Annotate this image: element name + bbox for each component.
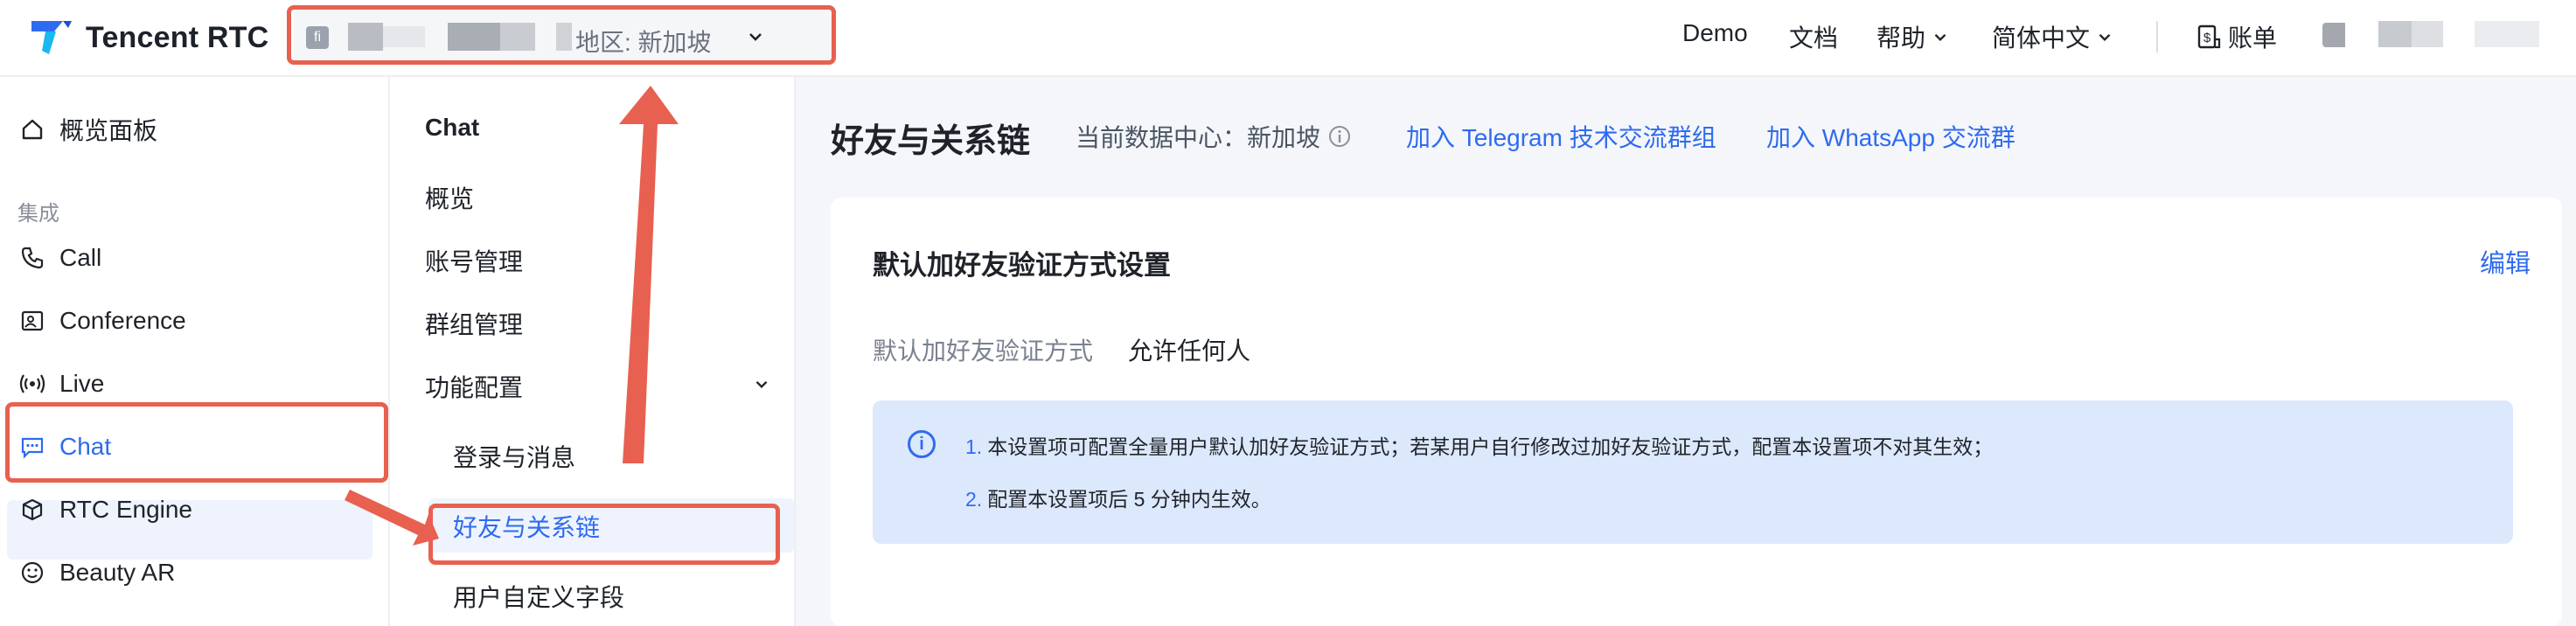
redacted-user-avatar[interactable] (2322, 23, 2345, 47)
live-broadcast-icon (17, 369, 47, 399)
app-avatar: fi (306, 26, 329, 49)
phone-icon (17, 243, 47, 273)
submenu-item-features[interactable]: 功能配置 (425, 369, 771, 404)
sidebar-item-label: 概览面板 (59, 117, 158, 144)
conference-icon (17, 306, 47, 336)
sidebar-item-label: Beauty AR (59, 559, 176, 586)
info-icon: i (908, 430, 936, 458)
chat-bubble-icon (17, 432, 47, 462)
region-label: 地区: 新加坡 (575, 29, 712, 56)
nav-language-label: 简体中文 (1992, 24, 2091, 52)
svg-text:$: $ (2204, 31, 2211, 45)
top-bar: Tencent RTC fi 地区: 新加坡 Demo 文档 帮助 简体中文 $… (0, 0, 2576, 77)
telegram-group-link[interactable]: 加入 Telegram 技术交流群组 (1406, 119, 1716, 154)
sidebar-group-integration: 集成 (17, 202, 59, 226)
nav-demo-link[interactable]: Demo (1682, 19, 1748, 47)
app-selector-dropdown[interactable]: fi 地区: 新加坡 (294, 9, 836, 65)
verification-mode-value: 允许任何人 (1128, 337, 1251, 365)
submenu-item-label: 功能配置 (425, 374, 524, 401)
redacted-app-id (500, 23, 535, 51)
home-icon (17, 115, 47, 144)
chevron-down-icon (1934, 33, 1946, 42)
verification-mode-label: 默认加好友验证方式 (873, 337, 1094, 365)
nav-help-menu[interactable]: 帮助 (1876, 19, 1950, 54)
submenu-title: Chat (425, 114, 480, 141)
sidebar-item-label: Call (59, 244, 102, 271)
chevron-down-icon (747, 28, 764, 50)
submenu-item-overview[interactable]: 概览 (425, 180, 474, 215)
datacenter-info: 当前数据中心：新加坡 (1076, 119, 1352, 154)
info-line-number: 2. (965, 488, 983, 511)
sidebar-item-label: RTC Engine (59, 496, 193, 523)
nav-billing-label: 账单 (2228, 24, 2278, 52)
submenu-item-login-messages[interactable]: 登录与消息 (453, 439, 575, 474)
sidebar-item-label: Live (59, 370, 105, 397)
redacted-app-name (383, 26, 425, 47)
cube-icon (17, 495, 47, 525)
chevron-down-icon (2099, 33, 2111, 42)
nav-help-label: 帮助 (1876, 24, 1926, 52)
submenu-item-friends-relations[interactable]: 好友与关系链 (453, 509, 600, 544)
redacted-user-name[interactable] (2378, 21, 2412, 47)
info-line: 2. 配置本设置项后 5 分钟内生效。 (965, 483, 1271, 512)
redacted-app-name (348, 23, 383, 51)
main-sidebar: 概览面板 集成 Call Conference Live Chat RTC En… (0, 77, 390, 626)
datacenter-label: 当前数据中心：新加坡 (1076, 124, 1321, 151)
sidebar-item-conference[interactable]: Conference (17, 306, 186, 336)
sidebar-item-label: Chat (59, 433, 112, 460)
page-title: 好友与关系链 (831, 123, 1031, 160)
info-line: 1. 本设置项可配置全量用户默认加好友验证方式；若某用户自行修改过加好友验证方式，… (965, 430, 1993, 460)
card-title: 默认加好友验证方式设置 (873, 250, 1171, 281)
nav-billing-link[interactable]: $ 账单 (2197, 19, 2277, 54)
friend-verification-card: 默认加好友验证方式设置 编辑 默认加好友验证方式 允许任何人 i 1. 本设置项可… (831, 198, 2562, 626)
info-notice: i 1. 本设置项可配置全量用户默认加好友验证方式；若某用户自行修改过加好友验证方… (873, 400, 2513, 544)
sidebar-item-rtc-engine[interactable]: RTC Engine (17, 495, 192, 525)
sidebar-item-live[interactable]: Live (17, 369, 104, 399)
submenu-item-groups[interactable]: 群组管理 (425, 306, 523, 341)
sidebar-item-beauty-ar[interactable]: Beauty AR (17, 558, 175, 588)
nav-language-menu[interactable]: 简体中文 (1992, 19, 2114, 54)
tencent-rtc-logo-icon (28, 16, 75, 59)
sidebar-item-label: Conference (59, 307, 186, 334)
info-line-text: 配置本设置项后 5 分钟内生效。 (987, 488, 1271, 511)
smile-face-icon (17, 558, 47, 588)
redacted-app-id (556, 23, 572, 51)
whatsapp-group-link[interactable]: 加入 WhatsApp 交流群 (1766, 119, 2016, 154)
sidebar-item-chat[interactable]: Chat (17, 432, 111, 462)
info-line-number: 1. (965, 435, 983, 458)
info-circle-icon[interactable] (1327, 124, 1352, 149)
bill-icon: $ (2197, 24, 2221, 49)
redacted-app-id (448, 23, 500, 51)
sidebar-item-call[interactable]: Call (17, 243, 101, 273)
redacted-user-name[interactable] (2412, 21, 2443, 47)
brand-name: Tencent RTC (86, 20, 269, 54)
submenu-item-accounts[interactable]: 账号管理 (425, 243, 523, 278)
chat-submenu: Chat 概览 账号管理 群组管理 功能配置 登录与消息 好友与关系链 用户自定… (390, 77, 796, 626)
chevron-down-icon (755, 380, 768, 389)
info-line-text: 本设置项可配置全量用户默认加好友验证方式；若某用户自行修改过加好友验证方式，配置… (987, 435, 1994, 458)
sidebar-item-overview[interactable]: 概览面板 (17, 112, 157, 147)
redacted-user-id[interactable] (2475, 21, 2539, 47)
brand-logo[interactable]: Tencent RTC (28, 16, 268, 59)
edit-button[interactable]: 编辑 (2480, 243, 2531, 280)
nav-docs-link[interactable]: 文档 (1789, 19, 1838, 54)
submenu-item-custom-fields[interactable]: 用户自定义字段 (453, 579, 624, 614)
nav-divider (2156, 21, 2158, 52)
